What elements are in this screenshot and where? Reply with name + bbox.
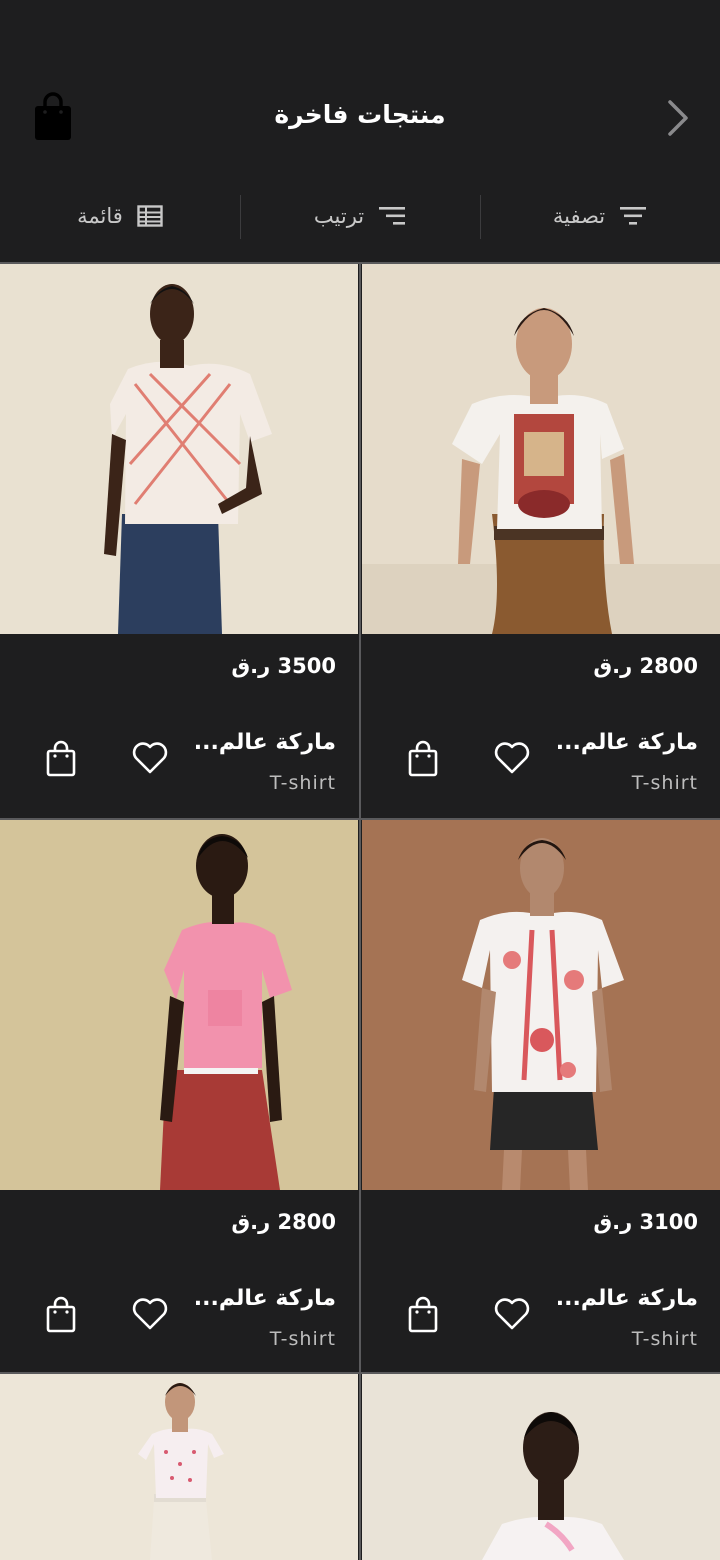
favorite-button[interactable] (130, 738, 170, 778)
sort-label: ترتيب (313, 204, 365, 228)
list-view-button[interactable]: قائمة (0, 180, 240, 252)
product-image[interactable] (362, 1374, 720, 1560)
product-card[interactable] (362, 1374, 720, 1560)
product-price: 3100 ر.ق (593, 1210, 698, 1234)
sort-button[interactable]: ترتيب (240, 180, 480, 252)
shopping-bag-button[interactable] (30, 92, 76, 142)
grid-divider-horizontal (0, 818, 720, 820)
filter-icon (620, 207, 647, 225)
heart-icon (132, 1298, 168, 1330)
add-to-bag-button[interactable] (406, 1296, 440, 1334)
filter-sort-toolbar: تصفية ترتيب قائمة (0, 180, 720, 262)
add-to-bag-button[interactable] (44, 740, 78, 778)
filter-button[interactable]: تصفية (480, 180, 720, 252)
product-brand[interactable]: ماركة عالم... (556, 730, 698, 755)
product-image[interactable] (0, 264, 358, 634)
product-price: 3500 ر.ق (231, 654, 336, 678)
product-card[interactable]: 2800 ر.ق ماركة عالم... T-shirt (362, 264, 720, 818)
product-name: T-shirt (631, 1328, 698, 1350)
product-card[interactable]: 3500 ر.ق ماركة عالم... T-shirt (0, 264, 358, 818)
grid-divider-horizontal (0, 1372, 720, 1374)
toolbar-separator (480, 195, 481, 239)
add-to-bag-button[interactable] (44, 1296, 78, 1334)
product-brand[interactable]: ماركة عالم... (194, 1286, 336, 1311)
add-to-bag-icon (408, 740, 438, 777)
product-price: 2800 ر.ق (593, 654, 698, 678)
favorite-button[interactable] (492, 738, 532, 778)
product-image[interactable] (362, 264, 720, 634)
product-brand[interactable]: ماركة عالم... (194, 730, 336, 755)
favorite-button[interactable] (130, 1294, 170, 1334)
filter-label: تصفية (552, 204, 606, 228)
page-title: منتجات فاخرة (274, 100, 446, 129)
grid-divider-vertical (359, 264, 361, 1560)
list-view-label: قائمة (77, 204, 123, 228)
product-price: 2800 ر.ق (231, 1210, 336, 1234)
product-name: T-shirt (269, 1328, 336, 1350)
product-card[interactable]: 3100 ر.ق ماركة عالم... T-shirt (362, 820, 720, 1374)
heart-icon (494, 1298, 530, 1330)
sort-icon (379, 207, 406, 225)
favorite-button[interactable] (492, 1294, 532, 1334)
product-image[interactable] (0, 1374, 358, 1560)
add-to-bag-button[interactable] (406, 740, 440, 778)
product-name: T-shirt (269, 772, 336, 794)
product-image[interactable] (0, 820, 358, 1190)
heart-icon (494, 742, 530, 774)
product-brand[interactable]: ماركة عالم... (556, 1286, 698, 1311)
list-view-icon (137, 205, 163, 227)
add-to-bag-icon (408, 1296, 438, 1333)
product-card[interactable] (0, 1374, 358, 1560)
shopping-bag-icon (35, 92, 71, 140)
app-header: منتجات فاخرة (0, 0, 720, 180)
add-to-bag-icon (46, 740, 76, 777)
add-to-bag-icon (46, 1296, 76, 1333)
product-card[interactable]: 2800 ر.ق ماركة عالم... T-shirt (0, 820, 358, 1374)
toolbar-separator (240, 195, 241, 239)
heart-icon (132, 742, 168, 774)
product-image[interactable] (362, 820, 720, 1190)
product-name: T-shirt (631, 772, 698, 794)
